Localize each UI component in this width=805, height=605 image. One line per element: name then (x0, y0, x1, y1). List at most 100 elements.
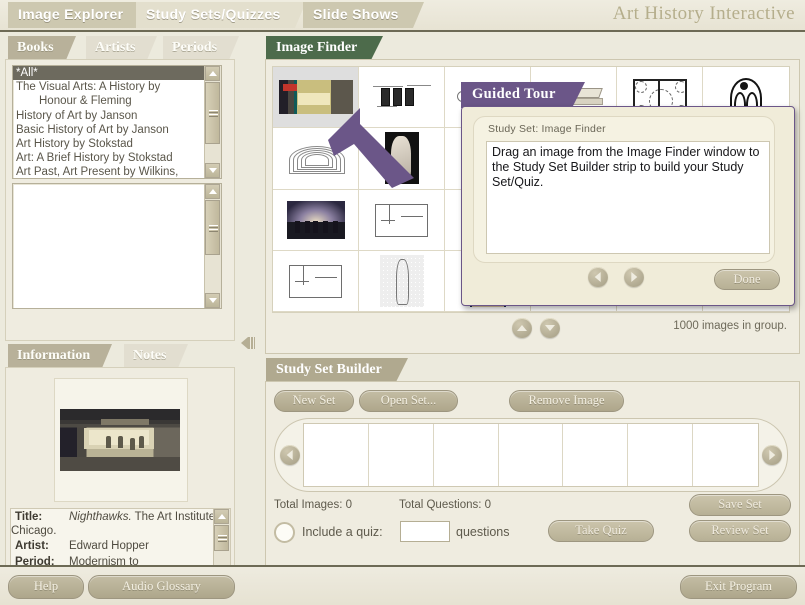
image-finder-title: Image Finder (266, 36, 384, 60)
save-set-button[interactable]: Save Set (689, 494, 791, 516)
strip-next-button[interactable] (762, 445, 782, 465)
book-list[interactable]: *All* The Visual Arts: A History by Honour… (12, 65, 222, 179)
study-set-slot[interactable] (499, 424, 564, 486)
thumbnail-architecture-diagram[interactable] (359, 67, 445, 129)
strip-slots[interactable] (303, 423, 759, 487)
guided-tour-body: Study Set: Image Finder Drag an image fr… (461, 106, 795, 306)
guided-tour-done-button[interactable]: Done (714, 269, 780, 290)
tab-books[interactable]: Books (8, 36, 76, 60)
thumbnail-floor-plan[interactable] (273, 250, 359, 312)
tab-image-explorer[interactable]: Image Explorer (8, 2, 149, 28)
detail-label-title: Title: (15, 511, 43, 523)
secondary-list[interactable] (12, 183, 222, 309)
grip-icon (248, 337, 255, 349)
detail-row-title: Title: Nighthawks. The Art Institute of … (11, 511, 230, 538)
study-set-slot[interactable] (369, 424, 434, 486)
architecture-diagram-image (366, 80, 437, 115)
include-quiz-radio[interactable] (274, 522, 295, 543)
detail-row-artist: Artist: Edward Hopper (11, 540, 230, 554)
dome-drawing-image (285, 140, 347, 176)
book-list-item[interactable]: Art: A Brief History by Stokstad (13, 151, 205, 165)
image-finder-footer: 1000 images in group. (272, 316, 793, 346)
book-list-item[interactable]: Art Past, Art Present by Wilkins, (13, 165, 205, 178)
tab-periods[interactable]: Periods (163, 36, 240, 60)
guided-tour-footer: Done (462, 265, 794, 299)
marble-sculpture-image (384, 132, 419, 185)
tab-study-sets-quizzes[interactable]: Study Sets/Quizzes (136, 2, 306, 28)
scroll-up-button[interactable] (205, 66, 220, 81)
tab-slide-shows[interactable]: Slide Shows (303, 2, 424, 28)
thumbnail-site-plan[interactable] (359, 189, 445, 251)
scroll-down-button-2[interactable] (205, 293, 220, 308)
page-up-button[interactable] (512, 318, 532, 338)
study-set-slot[interactable] (304, 424, 369, 486)
image-count-label: 1000 images in group. (673, 320, 787, 332)
preview-thumbnail-frame (54, 378, 188, 502)
remove-image-button[interactable]: Remove Image (509, 390, 624, 412)
thumbnail-marble-sculpture[interactable] (359, 128, 445, 190)
study-set-builder-title: Study Set Builder (266, 358, 408, 382)
thumbnail-dome-drawing[interactable] (273, 128, 359, 190)
tab-information[interactable]: Information (8, 344, 113, 368)
tab-artists[interactable]: Artists (86, 36, 158, 60)
books-panel-body: *All* The Visual Arts: A History by Honour… (5, 59, 235, 341)
book-list-scrollbar[interactable] (204, 66, 221, 178)
app-title: Art History Interactive (612, 3, 795, 24)
new-set-button[interactable]: New Set (274, 390, 354, 412)
open-set-button[interactable]: Open Set... (359, 390, 458, 412)
thumbnail-figure-grid-drawing[interactable] (359, 250, 445, 312)
book-list-items: *All* The Visual Arts: A History by Honour… (13, 66, 205, 178)
scroll-down-button[interactable] (205, 163, 220, 178)
guided-tour-caption: Study Set: Image Finder (488, 123, 606, 135)
details-scroll-up[interactable] (214, 509, 229, 524)
scroll-up-button-2[interactable] (205, 184, 220, 199)
thumbnail-nighthawks-painting[interactable] (273, 67, 359, 129)
study-set-slot[interactable] (693, 424, 758, 486)
study-set-builder-panel: New Set Open Set... Remove Image Total I… (265, 381, 800, 594)
take-quiz-button[interactable]: Take Quiz (548, 520, 654, 542)
study-set-slot[interactable] (434, 424, 499, 486)
detail-label-artist: Artist: (15, 540, 49, 552)
figure-grid-drawing-image (379, 254, 424, 307)
book-list-item[interactable]: Honour & Fleming (13, 94, 205, 108)
audio-glossary-button[interactable]: Audio Glossary (88, 575, 235, 599)
include-quiz-label: Include a quiz: (302, 525, 383, 539)
tab-notes[interactable]: Notes (124, 344, 189, 368)
total-images-label: Total Images: 0 (274, 499, 352, 511)
scrollbar-thumb[interactable] (205, 82, 220, 144)
help-button[interactable]: Help (8, 575, 84, 599)
detail-value-title: Nighthawks. The Art Institute of Chicago… (11, 511, 228, 537)
guided-tour-next-button[interactable] (624, 267, 645, 287)
preview-image-nighthawks[interactable] (60, 409, 180, 471)
details-scrollbar-thumb[interactable] (214, 525, 229, 551)
exit-program-button[interactable]: Exit Program (680, 575, 797, 599)
study-set-slot[interactable] (563, 424, 629, 486)
chevron-left-icon (241, 337, 248, 349)
page-down-button[interactable] (540, 318, 560, 338)
study-set-slot[interactable] (628, 424, 694, 486)
scrollbar-thumb-2[interactable] (205, 200, 220, 255)
book-list-item[interactable]: *All* (13, 66, 205, 81)
guided-tour-text: Drag an image from the Image Finder wind… (486, 141, 770, 254)
review-set-button[interactable]: Review Set (689, 520, 791, 542)
information-panel: Title: Nighthawks. The Art Institute of … (5, 367, 235, 594)
guided-tour-title: Guided Tour (461, 82, 585, 108)
guided-tour-dialog: Guided Tour Study Set: Image Finder Drag… (461, 82, 795, 306)
secondary-list-scrollbar[interactable] (204, 184, 221, 308)
thumbnail-stonehenge-photo[interactable] (273, 189, 359, 251)
nighthawks-painting-image (278, 80, 353, 115)
strip-prev-button[interactable] (280, 445, 300, 465)
total-questions-label: Total Questions: 0 (399, 499, 492, 511)
top-navigation-bar: Image Explorer Study Sets/Quizzes Slide … (0, 0, 805, 32)
collapse-panel-handle[interactable] (240, 328, 256, 358)
book-list-item[interactable]: Art History by Stokstad (13, 137, 205, 151)
quiz-question-count-input[interactable] (400, 521, 450, 542)
study-set-strip[interactable] (274, 418, 788, 492)
book-list-item[interactable]: The Visual Arts: A History by (13, 80, 205, 94)
stonehenge-photo-image (286, 200, 345, 239)
application-window: Image Explorer Study Sets/Quizzes Slide … (0, 0, 805, 605)
guided-tour-prev-button[interactable] (588, 267, 608, 287)
site-plan-image (370, 199, 433, 240)
book-list-item[interactable]: History of Art by Janson (13, 109, 205, 123)
book-list-item[interactable]: Basic History of Art by Janson (13, 123, 205, 137)
